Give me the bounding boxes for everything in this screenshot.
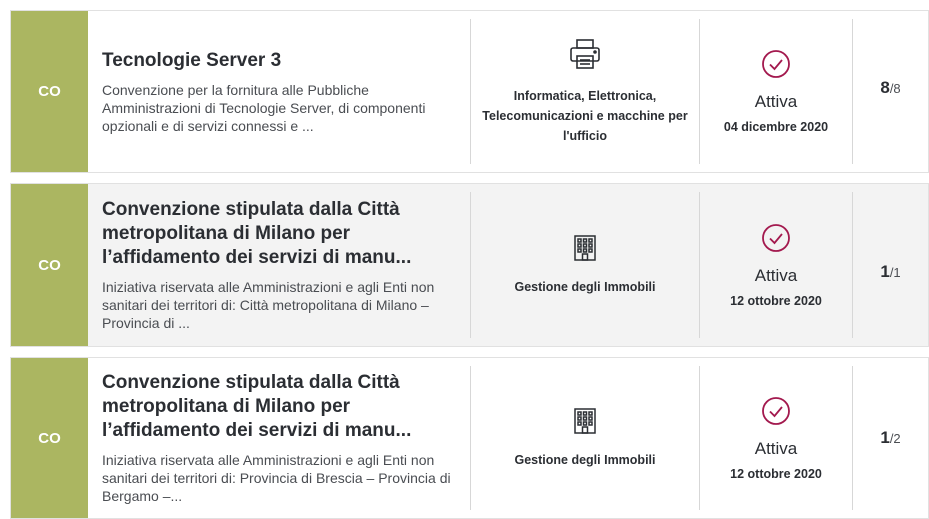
status-cell: Attiva 12 ottobre 2020 (700, 358, 852, 518)
card-description: Iniziativa riservata alle Amministrazion… (102, 452, 451, 504)
status-cell: Attiva 12 ottobre 2020 (700, 184, 852, 346)
initiative-card[interactable]: CO Convenzione stipulata dalla Città met… (10, 183, 929, 347)
lots-cell: 8/8 (853, 11, 928, 172)
lots-total: /8 (889, 81, 901, 96)
lots-count: 1/1 (880, 262, 900, 282)
category-label: Gestione degli Immobili (514, 279, 656, 294)
initiative-card[interactable]: CO Convenzione stipulata dalla Città met… (10, 357, 929, 519)
type-badge: CO (11, 184, 88, 346)
card-title[interactable]: Convenzione stipulata dalla Città metrop… (102, 371, 460, 443)
status-date: 12 ottobre 2020 (730, 466, 822, 481)
card-main: Convenzione stipulata dalla Città metrop… (88, 358, 470, 518)
card-description: Convenzione per la fornitura alle Pubbli… (102, 81, 426, 134)
card-description: Iniziativa riservata alle Amministrazion… (102, 279, 435, 331)
printer-icon (568, 37, 602, 76)
status-text: Attiva (754, 265, 798, 285)
status-text: Attiva (754, 92, 798, 111)
card-title[interactable]: Tecnologie Server 3 (102, 49, 460, 73)
lots-current: 8 (880, 78, 890, 97)
status-date: 04 dicembre 2020 (723, 120, 829, 134)
category-label: Gestione degli Immobili (514, 452, 656, 467)
lots-total: /2 (889, 431, 901, 446)
building-icon (572, 407, 598, 440)
check-circle-icon (761, 396, 791, 431)
lots-total: /1 (889, 265, 901, 280)
lots-current: 1 (880, 428, 890, 447)
category-cell: Gestione degli Immobili (471, 358, 699, 518)
lots-cell: 1/2 (853, 358, 928, 518)
lots-count: 8/8 (880, 78, 900, 98)
check-circle-icon (761, 49, 791, 84)
lots-current: 1 (880, 262, 890, 281)
category-cell: Informatica, Elettronica, Telecomunicazi… (471, 11, 699, 172)
initiative-card[interactable]: CO Tecnologie Server 3 Convenzione per l… (10, 10, 929, 173)
initiatives-list: CO Tecnologie Server 3 Convenzione per l… (0, 0, 929, 519)
lots-count: 1/2 (880, 428, 900, 448)
card-main: Tecnologie Server 3 Convenzione per la f… (88, 11, 470, 172)
status-cell: Attiva 04 dicembre 2020 (700, 11, 852, 172)
check-circle-icon (761, 223, 791, 258)
lots-cell: 1/1 (853, 184, 928, 346)
type-badge: CO (11, 11, 88, 172)
category-cell: Gestione degli Immobili (471, 184, 699, 346)
type-badge: CO (11, 358, 88, 518)
card-title[interactable]: Convenzione stipulata dalla Città metrop… (102, 198, 460, 270)
category-label: Informatica, Elettronica, Telecomunicazi… (482, 89, 688, 143)
status-text: Attiva (754, 438, 798, 458)
building-icon (572, 234, 598, 267)
status-date: 12 ottobre 2020 (730, 293, 822, 308)
card-main: Convenzione stipulata dalla Città metrop… (88, 184, 470, 346)
